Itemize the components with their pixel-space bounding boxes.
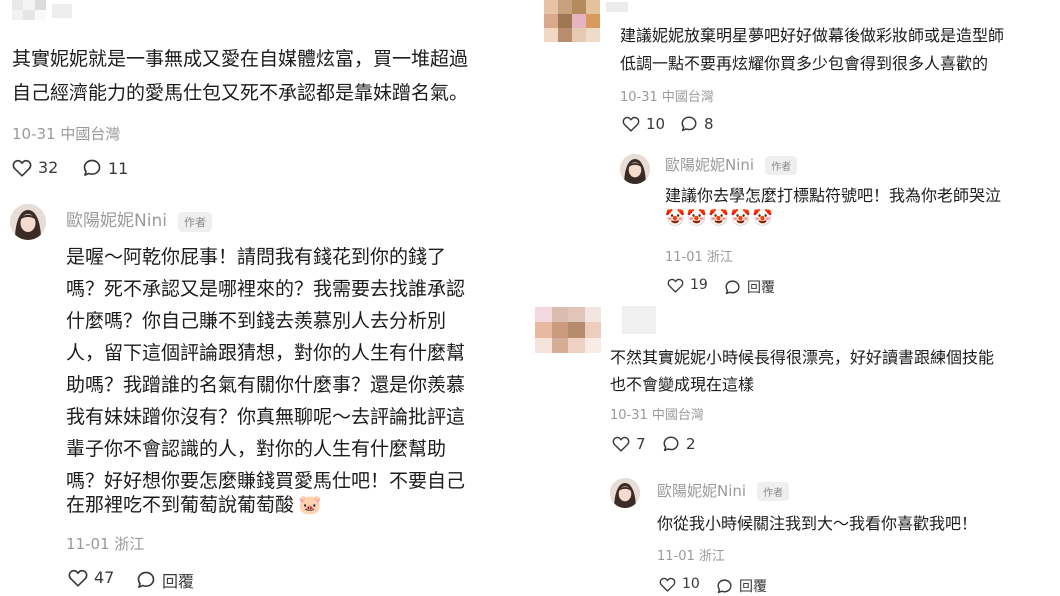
avatar[interactable] bbox=[610, 478, 640, 508]
clown-emojis: 🤡🤡🤡🤡🤡 bbox=[665, 208, 775, 227]
comment-bubble-icon bbox=[663, 436, 679, 452]
heart-icon bbox=[622, 116, 640, 132]
heart-icon bbox=[659, 577, 676, 592]
comment-button[interactable]: 11 bbox=[82, 158, 128, 178]
like-count: 10 bbox=[682, 576, 700, 592]
comment-text-line: 也不會變成現在這樣 bbox=[610, 375, 755, 394]
comment-text-line: 其實妮妮就是一事無成又愛在自媒體炫富，買一堆超過 bbox=[12, 48, 469, 70]
pixelated-avatar bbox=[535, 307, 601, 353]
reply-button[interactable]: 回覆 bbox=[136, 568, 194, 592]
comment-bubble-icon bbox=[681, 116, 697, 132]
pixelated-avatar bbox=[12, 0, 46, 20]
avatar-photo bbox=[10, 204, 46, 240]
like-button[interactable]: 10 bbox=[659, 576, 700, 592]
comment-button[interactable]: 2 bbox=[662, 435, 696, 453]
like-count: 47 bbox=[94, 568, 115, 587]
pixelated-username bbox=[52, 4, 72, 18]
reply-text-line: 在那裡吃不到葡萄說葡萄酸 bbox=[66, 494, 295, 516]
reply-count: 2 bbox=[686, 435, 696, 453]
heart-icon bbox=[68, 569, 88, 587]
comment-bubble-icon bbox=[717, 578, 732, 593]
author-tag: 作者 bbox=[757, 482, 790, 501]
reply-text-line: 你從我小時候關注我到大～我看你喜歡我吧！ bbox=[657, 514, 978, 533]
reply-text-line: 嗎？好好想你要怎麼賺錢買愛馬仕吧！不要自己 bbox=[66, 470, 466, 492]
like-count: 7 bbox=[636, 435, 646, 453]
comment-bubble-icon bbox=[83, 159, 101, 176]
like-button[interactable]: 32 bbox=[12, 158, 58, 177]
comment-text-line: 低調一點不要再炫耀你買多少包會得到很多人喜歡的 bbox=[620, 54, 989, 73]
reply-count: 11 bbox=[108, 158, 129, 178]
reply-label: 回覆 bbox=[162, 572, 195, 591]
comment-text-line: 建議妮妮放棄明星夢吧好好做幕後做彩妝師或是造型師 bbox=[620, 26, 1005, 45]
comment-text-line: 不然其實妮妮小時候長得很漂亮，好好讀書跟練個技能 bbox=[610, 348, 995, 367]
reply-text-last: 在那裡吃不到葡萄說葡萄酸 🐷 bbox=[66, 490, 322, 517]
avatar[interactable] bbox=[10, 204, 46, 240]
comment-text-line: 自己經濟能力的愛馬仕包又死不承認都是靠妹蹭名氣。 bbox=[12, 82, 469, 104]
like-count: 10 bbox=[646, 115, 666, 133]
author-name[interactable]: 歐陽妮妮Nini bbox=[665, 156, 754, 174]
comment-meta: 10-31 中國台灣 bbox=[12, 125, 121, 143]
pig-emoji: 🐷 bbox=[298, 494, 322, 516]
reply-meta: 11-01 浙江 bbox=[66, 535, 145, 553]
avatar-photo bbox=[620, 154, 650, 184]
reply-meta: 11-01 浙江 bbox=[657, 549, 725, 564]
heart-icon bbox=[12, 159, 32, 177]
heart-icon bbox=[667, 278, 684, 293]
like-button[interactable]: 47 bbox=[68, 568, 114, 587]
like-button[interactable]: 19 bbox=[667, 277, 708, 293]
pixelated-username bbox=[622, 306, 656, 334]
reply-count: 8 bbox=[704, 115, 714, 133]
reply-text-line: 是喔～阿乾你屁事！請問我有錢花到你的錢了 bbox=[66, 246, 447, 268]
pixelated-avatar bbox=[544, 0, 600, 42]
reply-text-line: 輩子你不會認識的人，對你的人生有什麼幫助 bbox=[66, 438, 447, 460]
reply-text-line: 建議你去學怎麼打標點符號吧！我為你老師哭泣 bbox=[665, 186, 1002, 205]
reply-text-line: 嗎？死不承認又是哪裡來的？我需要去找誰承認 bbox=[66, 278, 466, 300]
comment-bubble-icon bbox=[725, 279, 740, 294]
reply-meta: 11-01 浙江 bbox=[665, 250, 733, 265]
reply-text-line: 助嗎？我蹭誰的名氣有關你什麼事？還是你羨慕 bbox=[66, 374, 466, 396]
comment-button[interactable]: 8 bbox=[680, 115, 714, 133]
reply-text-line: 我有妹妹蹭你沒有？你真無聊呢～去評論批評這 bbox=[66, 406, 466, 428]
author-tag: 作者 bbox=[765, 156, 798, 175]
reply-label: 回覆 bbox=[739, 579, 767, 595]
author-name[interactable]: 歐陽妮妮Nini bbox=[657, 482, 746, 500]
heart-icon bbox=[612, 436, 630, 452]
comment-meta: 10-31 中國台灣 bbox=[610, 408, 704, 423]
reply-label: 回覆 bbox=[747, 280, 775, 296]
like-button[interactable]: 10 bbox=[622, 115, 665, 133]
author-tag: 作者 bbox=[178, 211, 213, 232]
comment-meta: 10-31 中國台灣 bbox=[620, 90, 714, 105]
like-count: 19 bbox=[690, 277, 708, 293]
reply-text-line: 人，留下這個評論跟猜想，對你的人生有什麼幫 bbox=[66, 342, 466, 364]
pixelated-username bbox=[606, 2, 628, 12]
reply-text-line: 什麼嗎？你自己賺不到錢去羨慕別人去分析別 bbox=[66, 310, 447, 332]
reply-button[interactable]: 回覆 bbox=[724, 277, 775, 297]
like-button[interactable]: 7 bbox=[612, 435, 646, 453]
like-count: 32 bbox=[38, 158, 59, 177]
reply-button[interactable]: 回覆 bbox=[716, 576, 767, 596]
avatar[interactable] bbox=[620, 154, 650, 184]
comment-bubble-icon bbox=[137, 571, 155, 588]
author-name[interactable]: 歐陽妮妮Nini bbox=[66, 211, 167, 231]
avatar-photo bbox=[610, 478, 640, 508]
